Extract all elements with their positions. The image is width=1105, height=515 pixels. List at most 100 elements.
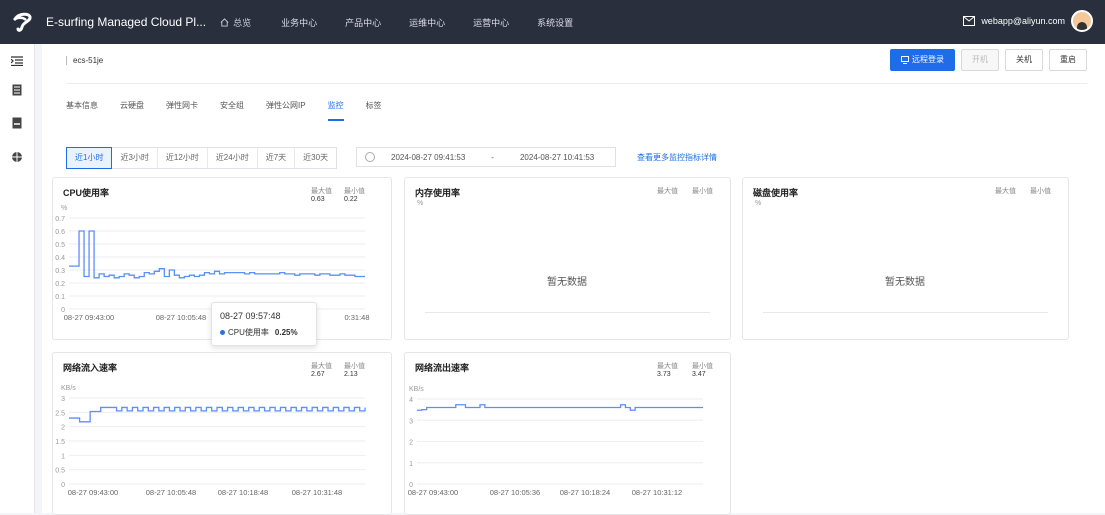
range-7d[interactable]: 近7天 <box>258 148 296 168</box>
axis-line <box>425 312 710 313</box>
range-1h[interactable]: 近1小时 <box>66 147 113 169</box>
tab-tags[interactable]: 标签 <box>366 100 382 121</box>
range-12h[interactable]: 近12小时 <box>158 148 208 168</box>
power-off-button[interactable]: 关机 <box>1005 49 1043 71</box>
instance-actions: 远程登录 开机 关机 重启 <box>890 49 1087 71</box>
remote-login-button[interactable]: 远程登录 <box>890 49 955 71</box>
nav-business-center[interactable]: 业务中心 <box>281 16 317 29</box>
series-line <box>417 404 703 411</box>
storage-icon[interactable] <box>10 116 24 130</box>
brand-logo-icon[interactable] <box>0 0 44 44</box>
time-separator: - <box>491 152 494 162</box>
range-3h[interactable]: 近3小时 <box>112 148 158 168</box>
y-axis-unit: % <box>61 205 67 212</box>
power-on-button[interactable]: 开机 <box>961 49 999 71</box>
mail-icon[interactable] <box>963 16 976 26</box>
y-tick-label: 0.4 <box>55 255 65 262</box>
remote-login-label: 远程登录 <box>912 55 944 64</box>
time-start: 2024-08-27 09:41:53 <box>391 152 466 162</box>
y-tick-label: 0.7 <box>55 216 65 223</box>
nav-system-settings[interactable]: 系统设置 <box>537 16 573 29</box>
clock-icon <box>365 152 375 162</box>
tooltip-series: CPU使用率 <box>228 328 269 337</box>
card-unit: % <box>417 200 424 207</box>
app-title: E-surfing Managed Cloud Pl... <box>46 15 207 29</box>
card-unit: % <box>755 200 762 207</box>
chart-tooltip: 08-27 09:57:48 CPU使用率 0.25% <box>211 302 317 346</box>
network-in-chart[interactable]: KB/s 0 0.5 1 1.5 2 2.5 3 08-27 09:43:00 08-27 10:… <box>53 371 389 513</box>
series-line <box>69 406 366 423</box>
x-tick-label: 08-27 10:18:24 <box>560 488 610 497</box>
disk-usage-card: 磁盘使用率 % 最大值 最小值 暂无数据 <box>742 177 1069 340</box>
network-in-card: 网络流入速率 最大值 2.67 最小值 2.13 KB/s 0 0.5 1 1.5 2 2.5 3… <box>52 352 392 515</box>
menu-collapse-icon[interactable] <box>10 54 24 68</box>
date-range-picker[interactable]: 2024-08-27 09:41:53 - 2024-08-27 10:41:5… <box>356 147 616 167</box>
divider <box>66 83 1087 84</box>
avatar[interactable] <box>1071 10 1093 32</box>
y-tick-label: 0.5 <box>55 242 65 249</box>
y-tick-label: 0.2 <box>55 281 65 288</box>
y-tick-label: 0.5 <box>55 468 65 475</box>
network-out-chart[interactable]: KB/s0123408-27 09:43:00 08-27 10:05:36 08-… <box>405 371 728 513</box>
y-tick-label: 2 <box>409 440 413 447</box>
tab-elastic-nic[interactable]: 弹性网卡 <box>166 100 198 121</box>
y-tick-label: 3 <box>61 396 65 403</box>
axis-line <box>763 312 1048 313</box>
nav-ops-center[interactable]: 运维中心 <box>409 16 445 29</box>
min-label: 最小值 <box>344 363 365 370</box>
x-tick-label: 08-27 10:31:48 <box>292 488 342 497</box>
series-line <box>69 230 365 279</box>
user-menu[interactable]: webapp@aliyun.com <box>963 10 1093 32</box>
x-tick-label: 08-27 10:31:12 <box>632 488 682 497</box>
time-range-group: 近1小时 近3小时 近12小时 近24小时 近7天 近30天 <box>66 147 338 169</box>
max-label: 最大值 <box>311 188 332 195</box>
range-24h[interactable]: 近24小时 <box>208 148 258 168</box>
y-axis-unit: KB/s <box>409 386 424 393</box>
y-tick-label: 1 <box>409 461 413 468</box>
restart-button[interactable]: 重启 <box>1049 49 1087 71</box>
network-out-card: 网络流出速率 最大值 3.73 最小值 3.47 KB/s 0 1 2 3 4 08-27 09… <box>404 352 731 515</box>
network-icon[interactable] <box>10 150 24 164</box>
top-navigation-bar: E-surfing Managed Cloud Pl... 总览 业务中心 产品… <box>0 0 1105 44</box>
x-tick-label: 08-27 10:05:48 <box>146 488 196 497</box>
y-tick-label: 3 <box>409 418 413 425</box>
tab-security-group[interactable]: 安全组 <box>220 100 244 121</box>
home-icon <box>220 17 229 27</box>
tab-monitoring[interactable]: 监控 <box>327 100 344 121</box>
card-title: 内存使用率 <box>415 188 461 198</box>
home-link[interactable]: 总览 <box>220 16 251 29</box>
x-tick-label: 08-27 09:43:00 <box>68 488 118 497</box>
tooltip-row: CPU使用率 0.25% <box>220 327 298 338</box>
y-tick-label: 2.5 <box>55 410 65 417</box>
range-30d[interactable]: 近30天 <box>295 148 336 168</box>
y-tick-label: 0.3 <box>55 268 65 275</box>
sidebar <box>0 44 35 513</box>
instance-name: ecs-51je <box>66 56 103 65</box>
more-metrics-link[interactable]: 查看更多监控指标详情 <box>637 152 717 163</box>
tooltip-time: 08-27 09:57:48 <box>220 311 281 321</box>
tab-elastic-ip[interactable]: 弹性公网IP <box>266 100 306 121</box>
card-title: 磁盘使用率 <box>753 188 799 198</box>
tab-cloud-disk[interactable]: 云硬盘 <box>120 100 144 121</box>
x-tick-label: 08-27 09:43:00 <box>64 313 114 322</box>
y-tick-label: 1.5 <box>55 439 65 446</box>
memory-usage-card: 内存使用率 % 最大值 最小值 暂无数据 <box>404 177 731 340</box>
x-tick-label: 0:31:48 <box>344 313 369 322</box>
time-end: 2024-08-27 10:41:53 <box>519 152 595 162</box>
tooltip-value: 0.25% <box>274 328 298 337</box>
x-tick-label: 08-27 09:43:00 <box>408 488 458 497</box>
x-tick-label: 08-27 10:05:36 <box>490 488 540 497</box>
y-tick-label: 1 <box>61 453 65 460</box>
server-icon[interactable] <box>10 83 24 97</box>
no-data-text: 暂无数据 <box>547 277 587 288</box>
nav-operations-center[interactable]: 运营中心 <box>473 16 509 29</box>
tab-basic-info[interactable]: 基本信息 <box>66 100 98 121</box>
home-label: 总览 <box>233 17 252 28</box>
y-tick-label: 0 <box>61 482 65 489</box>
nav-product-center[interactable]: 产品中心 <box>345 16 381 29</box>
min-label: 最小值 <box>344 188 365 195</box>
min-label: 最小值 <box>692 363 713 370</box>
y-tick-label: 0.6 <box>55 229 65 236</box>
min-label: 最小值 <box>1030 188 1051 195</box>
y-tick-label: 4 <box>409 397 413 404</box>
